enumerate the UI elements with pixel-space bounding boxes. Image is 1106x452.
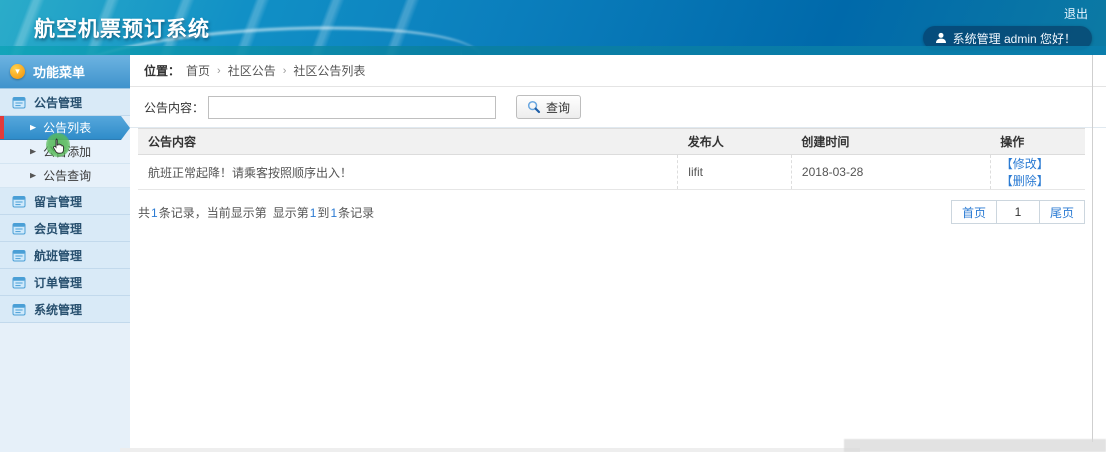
column-header-created: 创建时间 — [791, 128, 991, 155]
sidebar-item-label: 航班管理 — [34, 248, 83, 263]
calendar-icon — [12, 97, 26, 109]
summary-text: 条记录 — [338, 206, 375, 220]
sidebar-item-announcement-mgmt[interactable]: 公告管理 — [0, 89, 130, 116]
sidebar-item-order-mgmt[interactable]: 订单管理 — [0, 269, 130, 296]
sidebar-item-label: 订单管理 — [34, 275, 83, 290]
main-content: 位置： 首页 › 社区公告 › 社区公告列表 公告内容： 查询 公告内容 发布人… — [130, 55, 1106, 452]
user-icon — [935, 32, 946, 43]
summary-text: 到 — [317, 206, 330, 220]
announcement-table: 公告内容 发布人 创建时间 操作 航班正常起降！请乘客按照顺序出入！ lifit… — [138, 128, 1085, 190]
chevron-down-circle-icon: ▾ — [10, 64, 25, 79]
search-button-label: 查询 — [546, 100, 571, 115]
sidebar-menu-header[interactable]: ▾ 功能菜单 — [0, 55, 130, 89]
calendar-icon — [12, 277, 26, 289]
breadcrumb-label: 位置： — [144, 64, 181, 78]
caret-right-icon: ▶ — [30, 171, 37, 180]
breadcrumb-separator: › — [217, 64, 221, 77]
sidebar-item-label: 公告管理 — [34, 95, 83, 110]
sidebar-item-label: 留言管理 — [34, 194, 83, 209]
sidebar-subitem-label: 公告添加 — [43, 145, 92, 159]
column-header-content: 公告内容 — [138, 128, 678, 155]
summary-text: 共 — [138, 206, 151, 220]
summary-text: 条记录，当前显示第 — [158, 206, 267, 220]
cell-announcement-content: 航班正常起降！请乘客按照顺序出入！ — [138, 154, 678, 190]
top-banner: 航空机票预订系统 退出 系统管理 admin 您好！ — [0, 0, 1106, 55]
sidebar: ▾ 功能菜单 公告管理 ▶ 公告列表 ▶ 公告添加 ▶ 公告查询 留言管理 会员… — [0, 55, 130, 452]
magnifier-icon — [527, 100, 541, 114]
edit-link[interactable]: 【修改】 — [1001, 157, 1049, 171]
sidebar-subitem-label: 公告查询 — [43, 169, 92, 183]
cell-publisher: lifit — [677, 154, 792, 190]
user-badge: 系统管理 admin 您好！ — [922, 26, 1092, 50]
cell-actions: 【修改】【删除】 — [989, 154, 1085, 190]
current-page-indicator: 1 — [995, 200, 1040, 224]
sidebar-empty-area — [0, 323, 130, 452]
breadcrumb: 位置： 首页 › 社区公告 › 社区公告列表 — [130, 55, 1106, 87]
calendar-icon — [12, 304, 26, 316]
caret-right-icon: ▶ — [30, 147, 37, 156]
summary-text: 显示第 — [272, 206, 309, 220]
breadcrumb-current-page: 社区公告列表 — [293, 64, 366, 78]
calendar-icon — [12, 196, 26, 208]
summary-count: 1 — [151, 206, 158, 220]
sidebar-item-member-mgmt[interactable]: 会员管理 — [0, 215, 130, 242]
column-header-actions: 操作 — [990, 128, 1085, 155]
breadcrumb-separator: › — [282, 64, 287, 77]
app-title: 航空机票预订系统 — [34, 18, 210, 41]
pagination: 首页 1 尾页 — [950, 200, 1085, 224]
breadcrumb-section-link[interactable]: 社区公告 — [228, 62, 276, 79]
sidebar-subitem-announcement-add[interactable]: ▶ 公告添加 — [0, 140, 130, 164]
window-edge-line — [1092, 55, 1093, 442]
table-row: 航班正常起降！请乘客按照顺序出入！ lifit 2018-03-28 【修改】【… — [138, 154, 1085, 190]
table-header-row: 公告内容 发布人 创建时间 操作 — [138, 128, 1085, 155]
search-label: 公告内容： — [144, 100, 205, 115]
breadcrumb-home-link[interactable]: 首页 — [186, 62, 210, 79]
delete-link[interactable]: 【删除】 — [1001, 174, 1049, 188]
record-summary: 共1条记录，当前显示第 显示第1到1条记录 — [138, 200, 374, 221]
announcement-content-input[interactable] — [208, 95, 497, 119]
search-bar: 公告内容： 查询 — [130, 87, 1106, 128]
sidebar-item-flight-mgmt[interactable]: 航班管理 — [0, 242, 130, 269]
first-page-button[interactable]: 首页 — [950, 200, 997, 224]
sidebar-item-label: 系统管理 — [34, 302, 83, 317]
bottom-shadow — [844, 439, 1106, 452]
sidebar-subitem-announcement-query[interactable]: ▶ 公告查询 — [0, 164, 130, 188]
bottom-shadow-line — [120, 448, 860, 452]
menu-header-label: 功能菜单 — [33, 65, 86, 80]
user-greeting: 系统管理 admin 您好！ — [952, 31, 1076, 46]
calendar-icon — [12, 223, 26, 235]
last-page-button[interactable]: 尾页 — [1038, 200, 1085, 224]
logout-link[interactable]: 退出 — [1064, 5, 1088, 22]
search-button[interactable]: 查询 — [516, 95, 582, 119]
calendar-icon — [12, 250, 26, 262]
cell-created-time: 2018-03-28 — [790, 154, 991, 190]
app-window: 航空机票预订系统 退出 系统管理 admin 您好！ ▾ 功能菜单 公告管理 ▶… — [0, 0, 1106, 452]
sidebar-subitem-announcement-list[interactable]: ▶ 公告列表 — [0, 116, 130, 140]
sidebar-item-message-mgmt[interactable]: 留言管理 — [0, 188, 130, 215]
list-footer: 共1条记录，当前显示第 显示第1到1条记录 首页 1 尾页 — [138, 200, 1098, 224]
sidebar-subitem-label: 公告列表 — [43, 121, 92, 135]
column-header-publisher: 发布人 — [677, 128, 792, 155]
summary-to: 1 — [330, 206, 338, 220]
sidebar-item-label: 会员管理 — [34, 221, 83, 236]
caret-right-icon: ▶ — [30, 123, 37, 132]
sidebar-item-system-mgmt[interactable]: 系统管理 — [0, 296, 130, 323]
